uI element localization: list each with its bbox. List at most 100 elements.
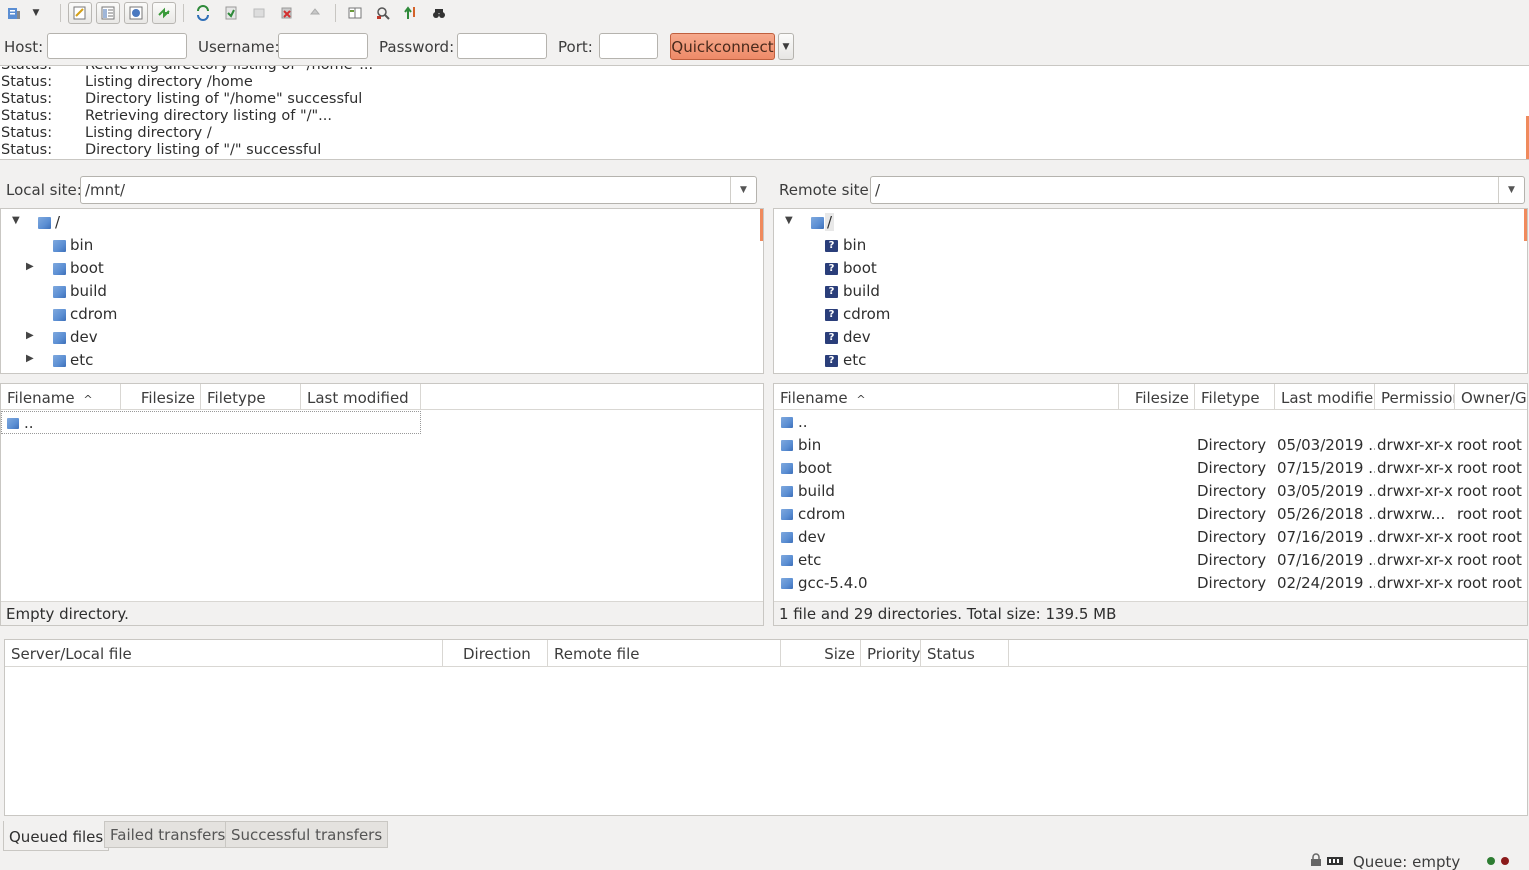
expander-icon[interactable]: ▶ — [26, 353, 38, 364]
disconnect-icon[interactable] — [275, 2, 299, 24]
toolbar-separator — [183, 4, 184, 22]
column-header-filetype[interactable]: Filetype — [1195, 384, 1275, 410]
cell-permissions: drwxr-xr-x — [1377, 482, 1453, 500]
column-header-last-modified[interactable]: Last modified — [1275, 384, 1375, 410]
column-header-filetype[interactable]: Filetype — [201, 384, 301, 410]
folder-icon — [781, 555, 793, 566]
folder-icon — [53, 355, 66, 367]
lock-icon — [1309, 853, 1323, 870]
local-site-combo[interactable]: /mnt/ ▼ — [80, 176, 757, 204]
tab-failed-transfers[interactable]: Failed transfers — [104, 821, 232, 848]
remote-list-header: Filename ^ Filesize Filetype Last modifi… — [774, 384, 1527, 410]
cell-owner-group: root root — [1457, 459, 1522, 477]
cell-last-modified: 05/03/2019 ... — [1277, 436, 1375, 454]
list-item[interactable]: .. — [1, 411, 421, 434]
quickconnect-button[interactable]: Quickconnect — [670, 33, 775, 60]
tree-scrollbar[interactable] — [760, 209, 763, 241]
column-header-filesize[interactable]: Filesize — [1119, 384, 1195, 410]
local-directory-tree[interactable]: ▼ / bin ▶ boot build cdrom ▶ dev ▶ etc — [0, 208, 764, 374]
unknown-folder-icon: ? — [825, 240, 838, 252]
cell-last-modified: 07/16/2019 ... — [1277, 551, 1375, 569]
toggle-remote-tree-icon[interactable] — [124, 2, 148, 24]
column-header-last-modified[interactable]: Last modified — [301, 384, 421, 410]
table-row[interactable]: build Directory 03/05/2019 ... drwxr-xr-x ro… — [774, 480, 1527, 503]
server-icon — [811, 217, 824, 229]
filename-filter-icon[interactable] — [371, 2, 395, 24]
username-input[interactable] — [278, 33, 368, 59]
table-row[interactable]: dev Directory 07/16/2019 ... drwxr-xr-x root… — [774, 526, 1527, 549]
table-row[interactable]: bin Directory 05/03/2019 ... drwxr-xr-x root… — [774, 434, 1527, 457]
host-input[interactable] — [47, 33, 187, 59]
table-row[interactable]: cdrom Directory 05/26/2018 ... drwxrw... roo… — [774, 503, 1527, 526]
cell-last-modified: 03/05/2019 ... — [1277, 482, 1375, 500]
chevron-down-icon[interactable]: ▼ — [730, 177, 756, 203]
site-manager-icon[interactable] — [2, 2, 26, 24]
column-header-remote-file[interactable]: Remote file — [548, 640, 781, 666]
quickconnect-bar: Host: Username: Password: Port: Quickcon… — [0, 30, 1529, 64]
sync-browsing-icon[interactable] — [399, 2, 423, 24]
search-icon[interactable] — [427, 2, 451, 24]
cell-permissions: drwxr-xr-x — [1377, 436, 1453, 454]
local-file-list[interactable]: Filename ^ Filesize Filetype Last modifi… — [0, 383, 764, 626]
refresh-icon[interactable] — [191, 2, 215, 24]
cell-last-modified: 07/16/2019 ... — [1277, 528, 1375, 546]
unknown-folder-icon: ? — [825, 355, 838, 367]
table-row[interactable]: .. — [774, 411, 1527, 434]
port-input[interactable] — [599, 33, 658, 59]
quickconnect-dropdown-icon[interactable]: ▼ — [778, 33, 794, 60]
cell-filetype: Directory — [1197, 528, 1267, 546]
column-header-filename[interactable]: Filename ^ — [774, 384, 1119, 410]
transfer-queue[interactable]: Server/Local file Direction Remote file … — [4, 639, 1528, 816]
folder-icon — [53, 286, 66, 298]
cancel-operation-icon[interactable] — [247, 2, 271, 24]
folder-icon — [53, 332, 66, 344]
cell-filetype: Directory — [1197, 436, 1267, 454]
port-label: Port: — [558, 38, 593, 56]
folder-icon — [781, 417, 793, 428]
column-header-size[interactable]: Size — [781, 640, 861, 666]
cell-owner-group: root root — [1457, 505, 1522, 523]
process-queue-icon[interactable] — [219, 2, 243, 24]
remote-site-combo[interactable]: / ▼ — [870, 176, 1525, 204]
cell-filename: etc — [798, 551, 822, 569]
upload-indicator-icon — [1487, 857, 1495, 865]
directory-comparison-icon[interactable] — [343, 2, 367, 24]
column-header-filesize[interactable]: Filesize — [121, 384, 201, 410]
toggle-local-tree-icon[interactable] — [96, 2, 120, 24]
remote-file-list[interactable]: Filename ^ Filesize Filetype Last modifi… — [773, 383, 1528, 626]
expander-icon[interactable]: ▼ — [12, 215, 24, 226]
expander-icon[interactable]: ▶ — [26, 330, 38, 341]
column-header-server-local-file[interactable]: Server/Local file — [5, 640, 443, 666]
column-header-direction[interactable]: Direction — [443, 640, 548, 666]
site-manager-dropdown-icon[interactable]: ▼ — [28, 2, 44, 24]
tab-queued-files[interactable]: Queued files — [3, 821, 110, 851]
message-log[interactable]: Status: Retrieving directory listing of "… — [0, 65, 1529, 160]
column-header-priority[interactable]: Priority — [861, 640, 921, 666]
column-header-status[interactable]: Status — [921, 640, 1009, 666]
expander-icon[interactable]: ▼ — [785, 215, 797, 226]
cell-last-modified: 07/15/2019 ... — [1277, 459, 1375, 477]
password-label: Password: — [379, 38, 455, 56]
table-row[interactable]: gcc-5.4.0 Directory 02/24/2019 ... drwxr-xr… — [774, 572, 1527, 595]
password-input[interactable] — [457, 33, 547, 59]
folder-icon — [7, 418, 19, 429]
cell-filename: cdrom — [798, 505, 846, 523]
cell-permissions: drwxr-xr-x — [1377, 528, 1453, 546]
column-header-owner-group[interactable]: Owner/Gr — [1455, 384, 1527, 410]
tab-successful-transfers[interactable]: Successful transfers — [225, 821, 389, 848]
toggle-message-log-icon[interactable] — [68, 2, 92, 24]
expander-icon[interactable]: ▶ — [26, 261, 38, 272]
remote-directory-tree[interactable]: ▼ / ? bin ? boot ? build ? cdrom ? dev ? etc — [773, 208, 1528, 374]
table-row[interactable]: etc Directory 07/16/2019 ... drwxr-xr-x root… — [774, 549, 1527, 572]
toggle-queue-icon[interactable] — [152, 2, 176, 24]
toolbar-separator — [60, 4, 61, 22]
speed-limit-icon[interactable] — [1327, 854, 1343, 870]
reconnect-icon[interactable] — [303, 2, 327, 24]
chevron-down-icon[interactable]: ▼ — [1498, 177, 1524, 203]
column-header-filename[interactable]: Filename ^ — [1, 384, 121, 410]
table-row[interactable]: boot Directory 07/15/2019 ... drwxr-xr-x roo… — [774, 457, 1527, 480]
tree-scrollbar[interactable] — [1524, 209, 1527, 241]
column-header-permissions[interactable]: Permission — [1375, 384, 1455, 410]
cell-last-modified: 05/26/2018 ... — [1277, 505, 1375, 523]
cell-owner-group: root root — [1457, 551, 1522, 569]
